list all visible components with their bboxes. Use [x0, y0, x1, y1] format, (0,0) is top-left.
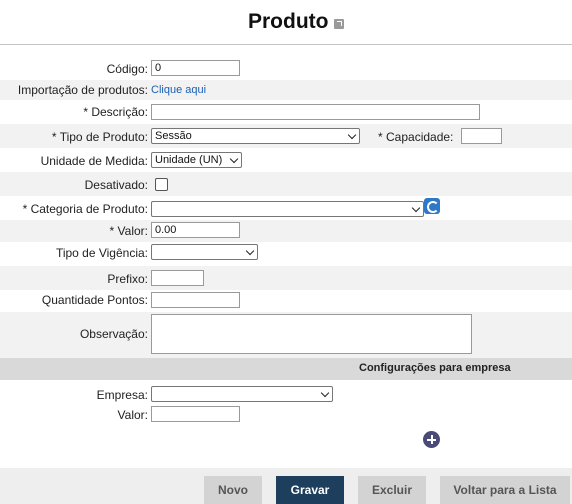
chevron-down-icon: [245, 246, 255, 256]
row-observacao: Observação:: [0, 312, 572, 358]
empresa-valor-label: Valor:: [117, 408, 148, 422]
row-categoria: * Categoria de Produto:: [0, 196, 572, 220]
divider: [0, 44, 572, 45]
importacao-label: Importação de produtos:: [17, 83, 148, 97]
descricao-label: * Descrição:: [83, 105, 148, 119]
desativado-checkbox[interactable]: [155, 178, 168, 191]
tipo-produto-label: * Tipo de Produto:: [51, 130, 148, 144]
codigo-input[interactable]: 0: [151, 60, 240, 76]
chevron-down-icon: [320, 388, 330, 398]
refresh-icon[interactable]: [424, 198, 440, 214]
row-valor: * Valor: 0.00: [0, 220, 572, 242]
capacidade-label: * Capacidade:: [378, 130, 454, 144]
empresa-section-title: Configurações para empresa: [359, 362, 511, 374]
row-tipo-vigencia: Tipo de Vigência:: [0, 242, 572, 266]
excluir-button[interactable]: Excluir: [358, 476, 426, 504]
unidade-medida-select[interactable]: Unidade (UN): [151, 152, 242, 168]
capacidade-input[interactable]: [461, 128, 502, 144]
row-quantidade-pontos: Quantidade Pontos:: [0, 290, 572, 312]
external-link-icon[interactable]: [334, 19, 344, 29]
novo-button[interactable]: Novo: [204, 476, 262, 504]
chevron-down-icon: [229, 154, 239, 164]
categoria-label: * Categoria de Produto:: [22, 202, 148, 216]
row-empresa-valor: Valor:: [0, 404, 572, 426]
prefixo-input[interactable]: [151, 270, 204, 286]
unidade-medida-value: Unidade (UN): [155, 154, 223, 166]
valor-label: * Valor:: [109, 224, 148, 238]
voltar-lista-button[interactable]: Voltar para a Lista: [440, 476, 570, 504]
valor-input[interactable]: 0.00: [151, 222, 240, 238]
row-unidade-medida: Unidade de Medida: Unidade (UN): [0, 148, 572, 172]
quantidade-pontos-input[interactable]: [151, 292, 240, 308]
empresa-label: Empresa:: [96, 388, 148, 402]
row-prefixo: Prefixo:: [0, 266, 572, 290]
codigo-label: Código:: [106, 62, 148, 76]
row-importacao: Importação de produtos: Clique aqui: [0, 80, 572, 100]
page-title: Produto: [248, 10, 329, 33]
prefixo-label: Prefixo:: [107, 272, 148, 286]
tipo-produto-value: Sessão: [155, 130, 192, 142]
descricao-input[interactable]: [151, 104, 480, 120]
row-codigo: Código: 0: [0, 58, 572, 80]
quantidade-pontos-label: Quantidade Pontos:: [41, 293, 148, 307]
chevron-down-icon: [411, 203, 421, 213]
unidade-medida-label: Unidade de Medida:: [40, 154, 148, 168]
plus-circle-icon[interactable]: [423, 431, 440, 448]
row-tipo-produto: * Tipo de Produto: Sessão * Capacidade:: [0, 124, 572, 148]
observacao-textarea[interactable]: [151, 314, 472, 354]
page-header: Produto: [0, 0, 572, 44]
observacao-label: Observação:: [79, 327, 148, 341]
desativado-label: Desativado:: [84, 178, 148, 192]
tipo-vigencia-select[interactable]: [151, 244, 258, 260]
empresa-valor-input[interactable]: [151, 406, 240, 422]
tipo-produto-select[interactable]: Sessão: [151, 128, 360, 144]
row-empresa: Empresa:: [0, 384, 572, 406]
categoria-select[interactable]: [151, 201, 424, 217]
row-descricao: * Descrição:: [0, 100, 572, 124]
row-desativado: Desativado:: [0, 172, 572, 196]
gravar-button[interactable]: Gravar: [276, 476, 344, 504]
tipo-vigencia-label: Tipo de Vigência:: [55, 246, 148, 260]
empresa-section-header: Configurações para empresa: [0, 358, 572, 380]
empresa-select[interactable]: [151, 386, 333, 402]
chevron-down-icon: [347, 130, 357, 140]
import-link[interactable]: Clique aqui: [151, 84, 206, 96]
